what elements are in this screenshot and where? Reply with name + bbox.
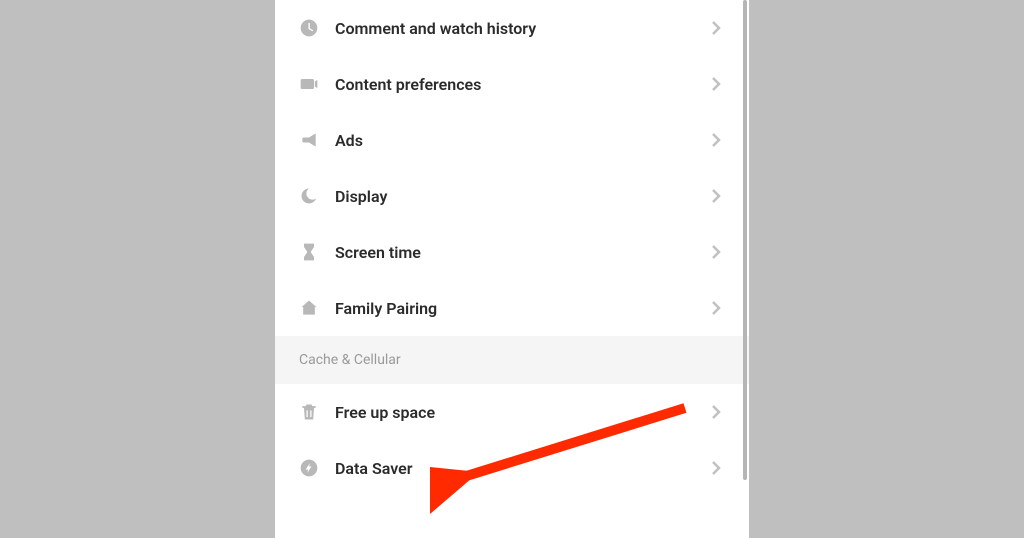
settings-item-data-saver[interactable]: Data Saver: [275, 440, 749, 496]
bolt-icon: [299, 458, 319, 478]
scroll-indicator[interactable]: [743, 0, 747, 480]
settings-item-comment-history[interactable]: Comment and watch history: [275, 0, 749, 56]
chevron-right-icon: [707, 75, 725, 93]
settings-item-display[interactable]: Display: [275, 168, 749, 224]
chevron-right-icon: [707, 187, 725, 205]
settings-item-free-up-space[interactable]: Free up space: [275, 384, 749, 440]
item-label: Content preferences: [335, 75, 707, 94]
settings-item-ads[interactable]: Ads: [275, 112, 749, 168]
chevron-right-icon: [707, 299, 725, 317]
settings-screen: Comment and watch history Content prefer…: [275, 0, 749, 538]
settings-item-screen-time[interactable]: Screen time: [275, 224, 749, 280]
trash-icon: [299, 402, 319, 422]
moon-icon: [299, 186, 319, 206]
settings-item-content-preferences[interactable]: Content preferences: [275, 56, 749, 112]
item-label: Ads: [335, 131, 707, 150]
section-header-cache-cellular: Cache & Cellular: [275, 336, 749, 384]
item-label: Display: [335, 187, 707, 206]
item-label: Comment and watch history: [335, 19, 707, 38]
hourglass-icon: [299, 242, 319, 262]
home-icon: [299, 298, 319, 318]
item-label: Data Saver: [335, 459, 707, 478]
video-icon: [299, 74, 319, 94]
item-label: Free up space: [335, 403, 707, 422]
item-label: Family Pairing: [335, 299, 707, 318]
chevron-right-icon: [707, 403, 725, 421]
chevron-right-icon: [707, 19, 725, 37]
chevron-right-icon: [707, 243, 725, 261]
megaphone-icon: [299, 130, 319, 150]
item-label: Screen time: [335, 243, 707, 262]
settings-item-family-pairing[interactable]: Family Pairing: [275, 280, 749, 336]
chevron-right-icon: [707, 459, 725, 477]
settings-list: Comment and watch history Content prefer…: [275, 0, 749, 496]
clock-icon: [299, 18, 319, 38]
chevron-right-icon: [707, 131, 725, 149]
